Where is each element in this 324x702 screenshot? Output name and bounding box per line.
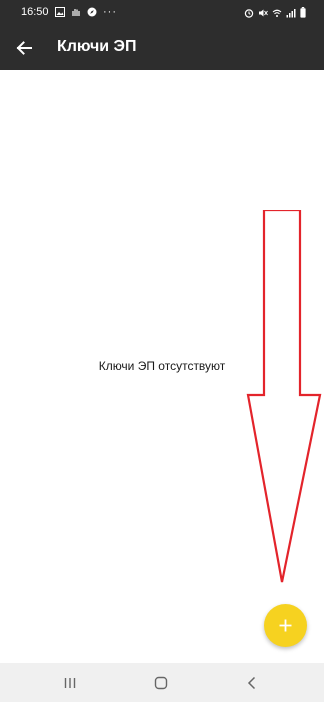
status-bar: 16:50 ··· (0, 0, 324, 26)
alarm-icon (244, 8, 254, 18)
vpn-hand-icon (72, 9, 80, 16)
page-title: Ключи ЭП (57, 38, 137, 55)
recent-apps-icon (64, 678, 76, 688)
wifi-icon (272, 9, 282, 17)
recent-apps-button[interactable] (59, 672, 81, 694)
status-right-icons (244, 7, 306, 18)
nav-back-button[interactable] (241, 672, 263, 694)
add-key-button[interactable] (264, 604, 307, 647)
system-nav-bar (0, 663, 324, 702)
more-status-dots: ··· (103, 6, 117, 18)
back-button[interactable] (12, 36, 36, 60)
signal-icon (286, 8, 296, 17)
image-icon (55, 7, 65, 17)
home-button[interactable] (150, 672, 172, 694)
battery-icon (300, 7, 306, 18)
plus-icon (279, 619, 292, 632)
arrow-back-icon (16, 41, 32, 55)
mute-icon (259, 9, 268, 16)
home-icon (154, 676, 168, 690)
status-time: 16:50 (21, 6, 49, 18)
compass-icon (87, 7, 97, 17)
annotation-arrow (246, 210, 322, 583)
back-icon (247, 676, 256, 690)
status-left-icons: ··· (55, 6, 117, 18)
app-bar: Ключи ЭП (0, 26, 324, 70)
